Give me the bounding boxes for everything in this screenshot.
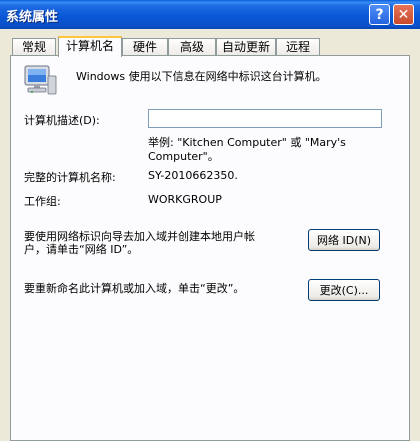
computer-icon — [24, 65, 57, 95]
tab-automatic-updates[interactable]: 自动更新 — [216, 38, 276, 55]
network-id-button[interactable]: 网络 ID(N) — [308, 229, 380, 251]
network-id-description-line2: 户，请单击“网络 ID”。 — [24, 243, 139, 256]
workgroup-label: 工作组: — [24, 195, 61, 208]
tab-general[interactable]: 常规 — [12, 38, 56, 55]
system-properties-window: 系统属性 ? ✕ 常规 计算机名 硬件 高级 自动更新 远程 Windows 使… — [0, 0, 420, 441]
full-computer-name-value: SY-2010662350. — [148, 169, 238, 182]
intro-text: Windows 使用以下信息在网络中标识这台计算机。 — [76, 70, 327, 83]
tab-computer-name[interactable]: 计算机名 — [58, 36, 122, 57]
computer-description-input[interactable] — [148, 109, 382, 128]
title-bar[interactable]: 系统属性 ? ✕ — [0, 0, 420, 29]
close-button[interactable]: ✕ — [393, 4, 414, 25]
full-computer-name-label: 完整的计算机名称: — [24, 171, 116, 184]
tab-advanced[interactable]: 高级 — [168, 38, 216, 55]
description-label: 计算机描述(D): — [24, 114, 100, 127]
tab-hardware[interactable]: 硬件 — [122, 38, 168, 55]
window-title: 系统属性 — [6, 10, 59, 25]
example-text-line2: Computer"。 — [148, 150, 219, 163]
workgroup-value: WORKGROUP — [148, 193, 222, 206]
tab-remote[interactable]: 远程 — [276, 38, 320, 55]
rename-description: 要重新命名此计算机或加入域，单击“更改”。 — [24, 282, 245, 295]
change-button[interactable]: 更改(C)... — [308, 279, 380, 301]
help-button[interactable]: ? — [369, 4, 390, 25]
